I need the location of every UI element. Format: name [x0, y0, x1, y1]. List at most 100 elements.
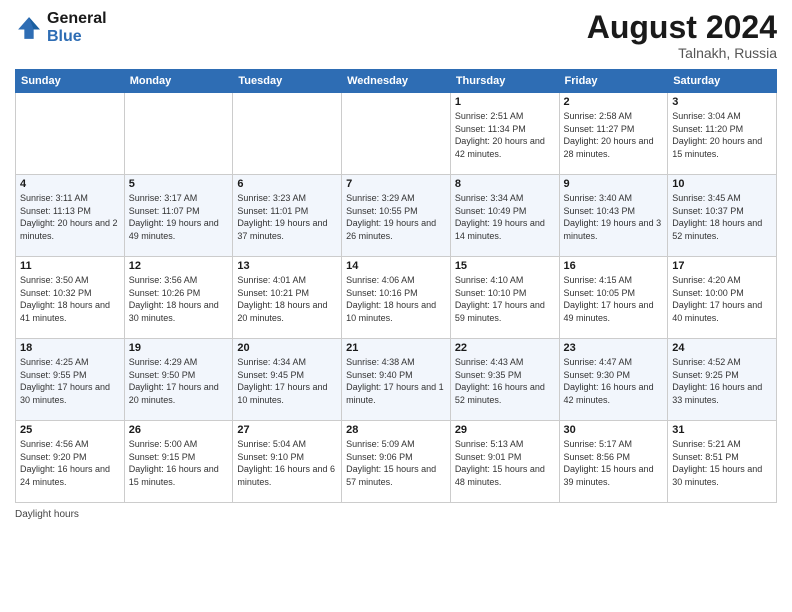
- day-info: Sunrise: 4:29 AMSunset: 9:50 PMDaylight:…: [129, 356, 229, 406]
- day-info: Sunrise: 5:21 AMSunset: 8:51 PMDaylight:…: [672, 438, 772, 488]
- day-number: 12: [129, 260, 229, 272]
- calendar-cell: 23Sunrise: 4:47 AMSunset: 9:30 PMDayligh…: [559, 339, 668, 421]
- day-info: Sunrise: 3:23 AMSunset: 11:01 PMDaylight…: [237, 192, 337, 242]
- day-number: 17: [672, 260, 772, 272]
- calendar-cell: 10Sunrise: 3:45 AMSunset: 10:37 PMDaylig…: [668, 175, 777, 257]
- logo-text: General Blue: [47, 10, 107, 46]
- day-number: 6: [237, 178, 337, 190]
- calendar-cell: 3 Sunrise: 3:04 AMSunset: 11:20 PMDayligh…: [668, 93, 777, 175]
- col-header-wednesday: Wednesday: [342, 70, 451, 93]
- calendar-cell: [16, 93, 125, 175]
- day-number: 16: [564, 260, 664, 272]
- day-info: Sunrise: 5:04 AMSunset: 9:10 PMDaylight:…: [237, 438, 337, 488]
- week-row-5: 25 Sunrise: 4:56 AMSunset: 9:20 PMDayligh…: [16, 421, 777, 503]
- day-number: 2: [564, 96, 664, 108]
- header-row: SundayMondayTuesdayWednesdayThursdayFrid…: [16, 70, 777, 93]
- day-number: 20: [237, 342, 337, 354]
- footer-label: Daylight hours: [15, 509, 79, 520]
- day-number: 3: [672, 96, 772, 108]
- calendar-cell: 8 Sunrise: 3:34 AMSunset: 10:49 PMDayligh…: [450, 175, 559, 257]
- day-info: Sunrise: 4:25 AMSunset: 9:55 PMDaylight:…: [20, 356, 120, 406]
- day-number: 1: [455, 96, 555, 108]
- week-row-1: 1Sunrise: 2:51 AMSunset: 11:34 PMDayligh…: [16, 93, 777, 175]
- day-info: Sunrise: 4:43 AMSunset: 9:35 PMDaylight:…: [455, 356, 555, 406]
- day-info: Sunrise: 4:38 AMSunset: 9:40 PMDaylight:…: [346, 356, 446, 406]
- col-header-monday: Monday: [124, 70, 233, 93]
- calendar-cell: 17Sunrise: 4:20 AMSunset: 10:00 PMDaylig…: [668, 257, 777, 339]
- day-info: Sunrise: 4:01 AMSunset: 10:21 PMDaylight…: [237, 274, 337, 324]
- calendar-cell: 25 Sunrise: 4:56 AMSunset: 9:20 PMDayligh…: [16, 421, 125, 503]
- calendar-cell: 12 Sunrise: 3:56 AMSunset: 10:26 PMDaylig…: [124, 257, 233, 339]
- col-header-thursday: Thursday: [450, 70, 559, 93]
- title-block: August 2024 Talnakh, Russia: [587, 10, 777, 61]
- footer: Daylight hours: [15, 509, 777, 520]
- calendar-cell: 22 Sunrise: 4:43 AMSunset: 9:35 PMDayligh…: [450, 339, 559, 421]
- day-number: 31: [672, 424, 772, 436]
- day-number: 30: [564, 424, 664, 436]
- day-info: Sunrise: 4:34 AMSunset: 9:45 PMDaylight:…: [237, 356, 337, 406]
- day-info: Sunrise: 3:17 AMSunset: 11:07 PMDaylight…: [129, 192, 229, 242]
- calendar-cell: 11 Sunrise: 3:50 AMSunset: 10:32 PMDaylig…: [16, 257, 125, 339]
- day-number: 21: [346, 342, 446, 354]
- page: General Blue August 2024 Talnakh, Russia…: [0, 0, 792, 612]
- col-header-saturday: Saturday: [668, 70, 777, 93]
- calendar-cell: 26 Sunrise: 5:00 AMSunset: 9:15 PMDayligh…: [124, 421, 233, 503]
- week-row-2: 4Sunrise: 3:11 AMSunset: 11:13 PMDayligh…: [16, 175, 777, 257]
- day-number: 13: [237, 260, 337, 272]
- day-number: 22: [455, 342, 555, 354]
- col-header-sunday: Sunday: [16, 70, 125, 93]
- col-header-friday: Friday: [559, 70, 668, 93]
- calendar-cell: 2 Sunrise: 2:58 AMSunset: 11:27 PMDayligh…: [559, 93, 668, 175]
- calendar-table: SundayMondayTuesdayWednesdayThursdayFrid…: [15, 69, 777, 503]
- logo-icon: [15, 14, 43, 42]
- calendar-cell: 24Sunrise: 4:52 AMSunset: 9:25 PMDayligh…: [668, 339, 777, 421]
- day-info: Sunrise: 3:04 AMSunset: 11:20 PMDaylight…: [672, 110, 772, 160]
- calendar-cell: [342, 93, 451, 175]
- day-info: Sunrise: 3:34 AMSunset: 10:49 PMDaylight…: [455, 192, 555, 242]
- calendar-cell: [233, 93, 342, 175]
- day-info: Sunrise: 5:09 AMSunset: 9:06 PMDaylight:…: [346, 438, 446, 488]
- calendar-cell: 4Sunrise: 3:11 AMSunset: 11:13 PMDayligh…: [16, 175, 125, 257]
- calendar-cell: 5 Sunrise: 3:17 AMSunset: 11:07 PMDayligh…: [124, 175, 233, 257]
- day-info: Sunrise: 4:06 AMSunset: 10:16 PMDaylight…: [346, 274, 446, 324]
- calendar-cell: 9 Sunrise: 3:40 AMSunset: 10:43 PMDayligh…: [559, 175, 668, 257]
- calendar-cell: 27 Sunrise: 5:04 AMSunset: 9:10 PMDayligh…: [233, 421, 342, 503]
- day-number: 25: [20, 424, 120, 436]
- day-number: 10: [672, 178, 772, 190]
- day-info: Sunrise: 4:10 AMSunset: 10:10 PMDaylight…: [455, 274, 555, 324]
- day-number: 18: [20, 342, 120, 354]
- day-number: 11: [20, 260, 120, 272]
- day-number: 26: [129, 424, 229, 436]
- calendar-cell: 14Sunrise: 4:06 AMSunset: 10:16 PMDaylig…: [342, 257, 451, 339]
- day-info: Sunrise: 3:40 AMSunset: 10:43 PMDaylight…: [564, 192, 664, 242]
- day-number: 5: [129, 178, 229, 190]
- day-info: Sunrise: 2:58 AMSunset: 11:27 PMDaylight…: [564, 110, 664, 160]
- day-number: 8: [455, 178, 555, 190]
- day-info: Sunrise: 3:56 AMSunset: 10:26 PMDaylight…: [129, 274, 229, 324]
- day-info: Sunrise: 4:56 AMSunset: 9:20 PMDaylight:…: [20, 438, 120, 488]
- calendar-cell: 28 Sunrise: 5:09 AMSunset: 9:06 PMDayligh…: [342, 421, 451, 503]
- calendar-cell: 20 Sunrise: 4:34 AMSunset: 9:45 PMDayligh…: [233, 339, 342, 421]
- calendar-cell: 1Sunrise: 2:51 AMSunset: 11:34 PMDayligh…: [450, 93, 559, 175]
- day-info: Sunrise: 4:47 AMSunset: 9:30 PMDaylight:…: [564, 356, 664, 406]
- day-number: 27: [237, 424, 337, 436]
- day-info: Sunrise: 3:50 AMSunset: 10:32 PMDaylight…: [20, 274, 120, 324]
- calendar-cell: 16Sunrise: 4:15 AMSunset: 10:05 PMDaylig…: [559, 257, 668, 339]
- day-number: 4: [20, 178, 120, 190]
- day-number: 7: [346, 178, 446, 190]
- week-row-3: 11 Sunrise: 3:50 AMSunset: 10:32 PMDaylig…: [16, 257, 777, 339]
- day-info: Sunrise: 5:13 AMSunset: 9:01 PMDaylight:…: [455, 438, 555, 488]
- day-info: Sunrise: 5:17 AMSunset: 8:56 PMDaylight:…: [564, 438, 664, 488]
- col-header-tuesday: Tuesday: [233, 70, 342, 93]
- day-number: 24: [672, 342, 772, 354]
- calendar-cell: 21 Sunrise: 4:38 AMSunset: 9:40 PMDayligh…: [342, 339, 451, 421]
- day-number: 28: [346, 424, 446, 436]
- day-number: 9: [564, 178, 664, 190]
- day-number: 15: [455, 260, 555, 272]
- calendar-cell: 19Sunrise: 4:29 AMSunset: 9:50 PMDayligh…: [124, 339, 233, 421]
- day-info: Sunrise: 5:00 AMSunset: 9:15 PMDaylight:…: [129, 438, 229, 488]
- day-number: 29: [455, 424, 555, 436]
- calendar-cell: 7Sunrise: 3:29 AMSunset: 10:55 PMDayligh…: [342, 175, 451, 257]
- calendar-cell: [124, 93, 233, 175]
- calendar-cell: 18 Sunrise: 4:25 AMSunset: 9:55 PMDayligh…: [16, 339, 125, 421]
